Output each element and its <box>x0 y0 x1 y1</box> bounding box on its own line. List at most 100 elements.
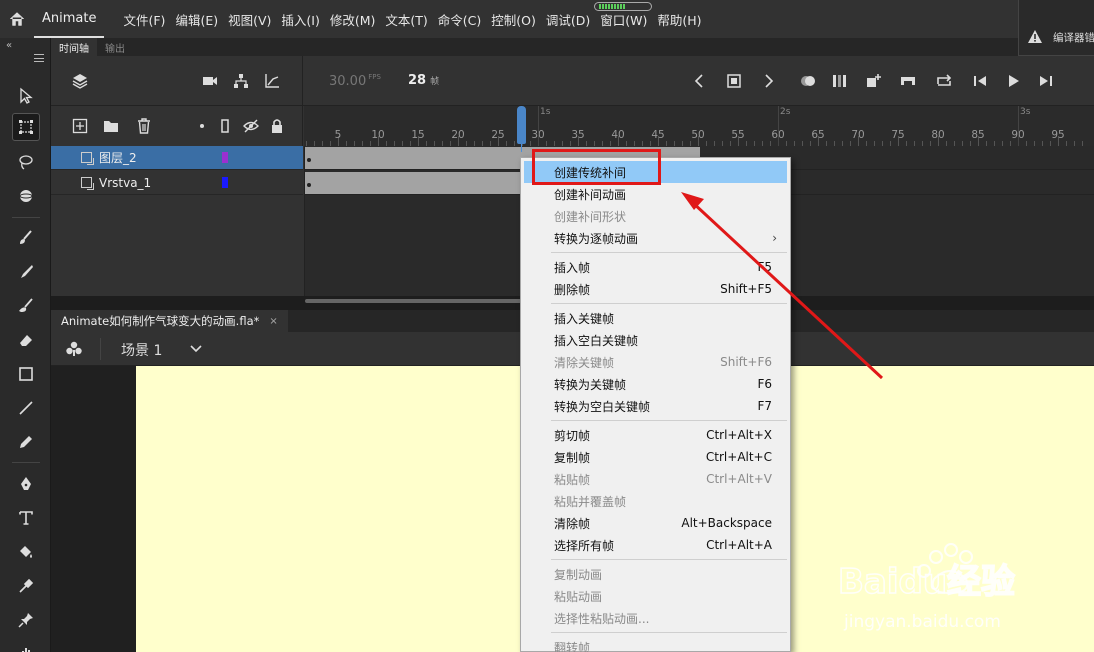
lock-icon[interactable] <box>268 117 286 135</box>
collapse-icon[interactable]: « <box>6 40 12 51</box>
playhead[interactable] <box>517 106 526 144</box>
menu-item[interactable]: 插入空白关键帧 <box>524 329 787 351</box>
menu-item[interactable]: 转换为关键帧 F6 <box>524 373 787 395</box>
lasso-tool-icon[interactable] <box>12 148 40 176</box>
menu-item[interactable]: 复制帧 Ctrl+Alt+C <box>524 446 787 468</box>
home-icon[interactable] <box>0 0 34 38</box>
hand-tool-icon[interactable] <box>12 638 40 652</box>
add-frame-icon[interactable] <box>865 72 883 90</box>
eraser-tool-icon[interactable] <box>12 326 40 354</box>
menu-item[interactable]: 插入帧 F5 <box>524 256 787 278</box>
scene-icon[interactable] <box>65 340 83 358</box>
3d-rotation-tool-icon[interactable] <box>12 182 40 210</box>
ruler-number: 50 <box>691 129 705 141</box>
menu-item[interactable]: 翻转帧 <box>524 636 787 652</box>
chevron-down-icon[interactable] <box>189 342 203 356</box>
menu-item[interactable]: 创建补间动画 <box>524 183 787 205</box>
selection-tool-icon[interactable] <box>12 82 40 110</box>
menu-item-label: 粘贴并覆盖帧 <box>554 494 627 509</box>
new-folder-icon[interactable] <box>102 117 120 135</box>
document-tab-title: Animate如何制作气球变大的动画.fla* <box>61 314 260 328</box>
onion-skin-icon[interactable] <box>799 72 817 90</box>
fluid-brush-tool-icon[interactable] <box>12 292 40 320</box>
menu-item[interactable]: 删除帧 Shift+F5 <box>524 278 787 300</box>
menu-item[interactable]: 选择性粘贴动画... <box>524 607 787 629</box>
menu-item[interactable]: 粘贴并覆盖帧 <box>524 490 787 512</box>
menu-item[interactable]: 插入关键帧 <box>524 307 787 329</box>
document-tab[interactable]: Animate如何制作气球变大的动画.fla* × <box>51 310 288 332</box>
parenting-icon[interactable] <box>232 72 250 90</box>
compiler-warning[interactable]: 编译器错 <box>1018 0 1094 56</box>
frame-span[interactable] <box>305 172 525 194</box>
layer-color-swatch[interactable] <box>222 177 228 188</box>
menu-item[interactable]: 清除帧 Alt+Backspace <box>524 512 787 534</box>
next-keyframe-icon[interactable] <box>759 72 777 90</box>
menu-view[interactable]: 视图(V) <box>223 0 276 38</box>
eyedropper-tool-icon[interactable] <box>12 572 40 600</box>
menu-item-label: 插入空白关键帧 <box>554 333 639 348</box>
current-frame-display[interactable]: 28 帧 <box>408 73 439 88</box>
app-name[interactable]: Animate <box>34 0 105 38</box>
insert-keyframe-icon[interactable] <box>725 72 743 90</box>
menu-item[interactable]: 创建补间形状 <box>524 205 787 227</box>
menu-item[interactable]: 转换为逐帧动画 › <box>524 227 787 249</box>
menu-edit[interactable]: 编辑(E) <box>170 0 223 38</box>
remove-frame-icon[interactable] <box>899 72 917 90</box>
menu-file[interactable]: 文件(F) <box>118 0 170 38</box>
ruler-number: 35 <box>571 129 585 141</box>
tab-timeline[interactable]: 时间轴 <box>51 38 97 56</box>
line-tool-icon[interactable] <box>12 394 40 422</box>
menu-item[interactable]: 剪切帧 Ctrl+Alt+X <box>524 424 787 446</box>
prev-keyframe-icon[interactable] <box>691 72 709 90</box>
frame-ruler[interactable]: 51015202530354045505560657075808590951s2… <box>304 106 1094 146</box>
menu-help[interactable]: 帮助(H) <box>652 0 706 38</box>
edit-multiple-frames-icon[interactable] <box>831 72 849 90</box>
menu-item[interactable]: 选择所有帧 Ctrl+Alt+A <box>524 534 787 556</box>
annotation-box <box>532 149 661 185</box>
panel-menu-icon[interactable] <box>34 54 44 62</box>
delete-layer-icon[interactable] <box>135 117 153 135</box>
pencil-tool-icon[interactable] <box>12 428 40 456</box>
paint-bucket-tool-icon[interactable] <box>12 538 40 566</box>
pin-tool-icon[interactable] <box>12 606 40 634</box>
free-transform-tool-icon[interactable] <box>12 113 40 141</box>
menu-modify[interactable]: 修改(M) <box>325 0 381 38</box>
brush-tool-icon[interactable] <box>12 258 40 286</box>
rectangle-tool-icon[interactable] <box>12 360 40 388</box>
layer-color-swatch[interactable] <box>222 152 228 163</box>
dot-icon <box>193 117 211 135</box>
fps-display[interactable]: 30.00 FPS <box>329 73 381 89</box>
step-forward-icon[interactable] <box>1037 72 1055 90</box>
menu-text[interactable]: 文本(T) <box>380 0 432 38</box>
paint-brush-tool-icon[interactable] <box>12 224 40 252</box>
close-tab-icon[interactable]: × <box>269 316 277 327</box>
text-tool-icon[interactable] <box>12 504 40 532</box>
camera-icon[interactable] <box>201 72 219 90</box>
menu-commands[interactable]: 命令(C) <box>433 0 486 38</box>
pen-tool-icon[interactable] <box>12 470 40 498</box>
menu-insert[interactable]: 插入(I) <box>276 0 324 38</box>
menu-debug[interactable]: 调试(D) <box>541 0 595 38</box>
loop-icon[interactable] <box>935 72 953 90</box>
tab-output[interactable]: 输出 <box>97 38 133 56</box>
layer-row[interactable]: Vrstva_1 <box>51 171 303 195</box>
menu-item[interactable]: 复制动画 <box>524 563 787 585</box>
new-layer-icon[interactable] <box>71 117 89 135</box>
ruler-number: 85 <box>971 129 985 141</box>
menu-item[interactable]: 清除关键帧 Shift+F6 <box>524 351 787 373</box>
menu-item[interactable]: 粘贴动画 <box>524 585 787 607</box>
menu-item[interactable]: 转换为空白关键帧 F7 <box>524 395 787 417</box>
horizontal-scrollbar[interactable] <box>305 299 525 303</box>
menu-item[interactable]: 粘贴帧 Ctrl+Alt+V <box>524 468 787 490</box>
layers-icon[interactable] <box>71 72 89 90</box>
keyframe-dot[interactable] <box>307 183 311 187</box>
graph-icon[interactable] <box>263 72 281 90</box>
visibility-icon[interactable] <box>242 117 260 135</box>
outline-icon[interactable] <box>216 117 234 135</box>
play-icon[interactable] <box>1004 72 1022 90</box>
step-back-icon[interactable] <box>971 72 989 90</box>
scene-name[interactable]: 场景 1 <box>121 340 162 360</box>
menu-control[interactable]: 控制(O) <box>486 0 541 38</box>
layer-row[interactable]: 图层_2 <box>51 146 303 170</box>
keyframe-dot[interactable] <box>307 158 311 162</box>
